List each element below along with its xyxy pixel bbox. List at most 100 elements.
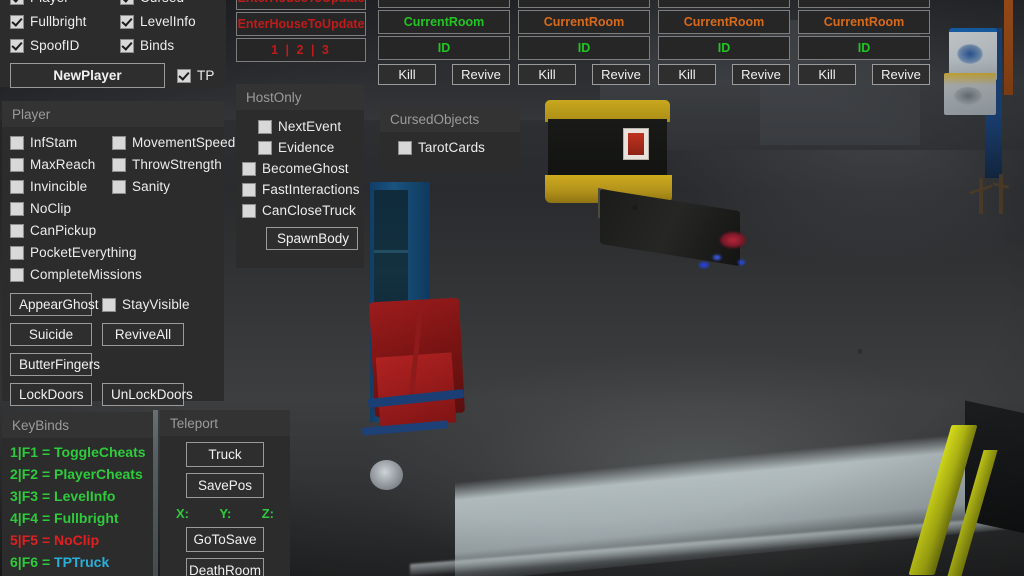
coordinate-y-label: Y:	[219, 506, 232, 521]
kill-button[interactable]: Kill	[518, 64, 576, 85]
checkbox-label: Sanity	[132, 179, 171, 194]
appear-ghost-row: AppearGhost StayVisible	[10, 293, 216, 316]
checkbox-box-icon	[10, 201, 24, 216]
player-action-row: Kill Revive	[378, 64, 510, 85]
checkbox-label: MaxReach	[30, 157, 96, 172]
keybind-action: ToggleCheats	[54, 444, 146, 460]
player-id-cell: ID	[658, 36, 790, 60]
checkbox-label: BecomeGhost	[262, 161, 349, 176]
revive-button[interactable]: Revive	[732, 64, 790, 85]
checkbox-canpickup[interactable]: CanPickup	[10, 223, 112, 238]
players-row: San CurrentRoom ID Kill Revive San Curre…	[378, 0, 930, 85]
keybind-key: 5|F5	[10, 532, 39, 548]
keybind-row: 2|F2 = PlayerCheats	[10, 466, 146, 482]
checkbox-fastinteractions[interactable]: FastInteractions	[242, 182, 360, 197]
checkbox-box-icon	[120, 38, 134, 53]
keybind-separator: =	[41, 444, 51, 460]
keybind-row: 4|F4 = Fullbright	[10, 510, 146, 526]
checkbox-invincible[interactable]: Invincible	[10, 179, 112, 194]
butter-fingers-button[interactable]: ButterFingers	[10, 353, 100, 376]
scene-forklift-body	[548, 119, 667, 179]
keybind-action: Fullbright	[54, 510, 119, 526]
checkbox-box-icon	[242, 161, 256, 176]
keybind-separator: =	[41, 466, 51, 482]
teleport-savepos-button[interactable]: SavePos	[186, 473, 264, 498]
unlock-doors-button[interactable]: UnLockDoors	[102, 383, 193, 406]
checkbox-tarotcards[interactable]: TarotCards	[388, 140, 485, 155]
checkbox-box-icon	[258, 119, 272, 134]
checkbox-evidence[interactable]: Evidence	[242, 140, 334, 155]
teleport-deathroom-button[interactable]: DeathRoom	[186, 558, 264, 576]
player-card: San CurrentRoom ID Kill Revive	[378, 0, 510, 85]
checkbox-fullbright[interactable]: Fullbright	[10, 14, 120, 29]
new-player-button[interactable]: NewPlayer	[10, 63, 165, 88]
checkbox-box-icon	[120, 0, 134, 5]
scene-orange-strip	[1004, 0, 1013, 95]
player-id-cell: ID	[378, 36, 510, 60]
checkbox-sanity[interactable]: Sanity	[112, 179, 222, 194]
checkbox-cursed[interactable]: Cursed	[120, 0, 230, 5]
spawn-body-button[interactable]: SpawnBody	[266, 227, 358, 250]
keybind-key: 2|F2	[10, 466, 39, 482]
player-id-cell: ID	[518, 36, 650, 60]
checkbox-box-icon	[102, 297, 116, 312]
status-row-enterhouse-2[interactable]: EnterHouseToUpdate	[236, 12, 366, 36]
keybind-row: 6|F6 = TPTruck	[10, 554, 146, 570]
checkbox-label: InfStam	[30, 135, 78, 150]
kill-button[interactable]: Kill	[378, 64, 436, 85]
checkbox-canclosetruck[interactable]: CanCloseTruck	[242, 203, 356, 218]
page-selector[interactable]: 1 | 2 | 3	[236, 38, 366, 62]
checkbox-box-icon	[10, 179, 24, 194]
teleport-coordinates-row: X: Y: Z:	[170, 504, 280, 527]
checkbox-box-icon	[10, 157, 24, 172]
checkbox-levelinfo[interactable]: LevelInfo	[120, 14, 230, 29]
scene-paint-bucket-lower	[944, 73, 996, 115]
appear-ghost-button[interactable]: AppearGhost	[10, 293, 99, 316]
checkbox-throwstrength[interactable]: ThrowStrength	[112, 157, 222, 172]
checkbox-tp[interactable]: TP	[177, 68, 214, 83]
revive-all-button[interactable]: ReviveAll	[102, 323, 184, 346]
player-panel-header: Player	[2, 101, 224, 127]
player-action-row: Kill Revive	[518, 64, 650, 85]
revive-button[interactable]: Revive	[592, 64, 650, 85]
status-row-enterhouse-1[interactable]: EnterHouseToUpdate	[236, 0, 366, 10]
checkbox-spoofid[interactable]: SpoofID	[10, 38, 120, 53]
checkbox-player[interactable]: Player	[10, 0, 120, 5]
checkbox-pocketeverything[interactable]: PocketEverything	[10, 245, 222, 260]
keybind-separator: =	[41, 510, 51, 526]
checkbox-label: LevelInfo	[140, 14, 196, 29]
cursed-objects-panel: CursedObjects TarotCards	[380, 106, 520, 172]
checkbox-label: NoClip	[30, 201, 72, 216]
player-currentroom-cell: CurrentRoom	[798, 10, 930, 34]
vertical-scrollbar[interactable]	[153, 410, 158, 576]
cursed-objects-panel-header: CursedObjects	[380, 106, 520, 132]
keybind-key: 3|F3	[10, 488, 39, 504]
kill-button[interactable]: Kill	[658, 64, 716, 85]
checkbox-binds[interactable]: Binds	[120, 38, 230, 53]
checkbox-maxreach[interactable]: MaxReach	[10, 157, 112, 172]
checkbox-movementspeed[interactable]: MovementSpeed	[112, 135, 235, 150]
checkbox-box-icon	[10, 14, 24, 29]
revive-button[interactable]: Revive	[452, 64, 510, 85]
player-action-row: Kill Revive	[658, 64, 790, 85]
player-card: San CurrentRoom ID Kill Revive	[798, 0, 930, 85]
checkbox-becomeghost[interactable]: BecomeGhost	[242, 161, 349, 176]
checkbox-infstam[interactable]: InfStam	[10, 135, 112, 150]
checkbox-box-icon	[10, 245, 24, 260]
suicide-button[interactable]: Suicide	[10, 323, 92, 346]
kill-button[interactable]: Kill	[798, 64, 856, 85]
checkbox-stayvisible[interactable]: StayVisible	[102, 297, 190, 312]
checkbox-box-icon	[10, 0, 24, 5]
checkbox-label: MovementSpeed	[132, 135, 236, 150]
checkbox-noclip[interactable]: NoClip	[10, 201, 112, 216]
checkbox-label: SpoofID	[30, 38, 80, 53]
keybinds-panel-body: 1|F1 = ToggleCheats 2|F2 = PlayerCheats …	[2, 438, 154, 576]
player-action-row: Kill Revive	[798, 64, 930, 85]
teleport-truck-button[interactable]: Truck	[186, 442, 264, 467]
checkbox-nextevent[interactable]: NextEvent	[242, 119, 341, 134]
checkbox-completemissions[interactable]: CompleteMissions	[10, 267, 222, 282]
player-san-cell: San	[378, 0, 510, 8]
revive-button[interactable]: Revive	[872, 64, 930, 85]
lock-doors-button[interactable]: LockDoors	[10, 383, 92, 406]
teleport-gotosave-button[interactable]: GoToSave	[186, 527, 264, 552]
